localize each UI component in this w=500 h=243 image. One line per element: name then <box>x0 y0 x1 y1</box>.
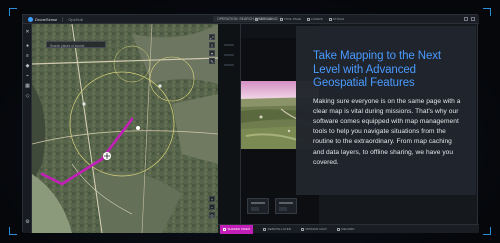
telemetry-widgets <box>247 198 297 214</box>
measure-icon[interactable]: ⌖ <box>209 50 215 56</box>
page-icon <box>280 17 284 21</box>
layer-icon <box>263 227 267 231</box>
attach-icon <box>328 17 332 21</box>
record-icon <box>336 227 340 231</box>
top-tool-label: SETTINGS <box>259 17 275 21</box>
panel-item[interactable] <box>224 54 234 56</box>
project-name[interactable]: OpsHub <box>68 17 83 22</box>
top-tools: SETTINGS TOOL PAGE LAYERS ATTACH <box>255 17 344 21</box>
top-bar: DroneSense OpsHub OPERATION: SEARCH & RE… <box>23 15 479 24</box>
bottom-tab-record[interactable]: RECORD <box>336 227 355 231</box>
map-tools: ⤢ ≡ ⌖ ✎ <box>209 34 215 64</box>
divider <box>62 16 64 22</box>
top-tool-label: TOOL PAGE <box>284 17 301 21</box>
frame-corner <box>483 8 491 16</box>
callout-body: Making sure everyone is on the same page… <box>313 97 461 166</box>
chat-icon <box>300 227 304 231</box>
minimize-icon[interactable] <box>464 17 468 21</box>
close-icon[interactable] <box>471 17 475 21</box>
layers-icon[interactable]: ≡ <box>25 54 30 59</box>
pin-icon[interactable]: ◆ <box>25 64 30 69</box>
satellite-map[interactable]: Search places or coords ⤢ ≡ ⌖ ✎ + − ◎ <box>32 24 218 233</box>
left-rail: ✕ ● ≡ ◆ ⌁ ▦ ◇ ⚙ <box>23 24 32 233</box>
layers-icon <box>306 17 310 21</box>
panel-item[interactable] <box>224 44 234 46</box>
zoom-controls: + − ◎ <box>209 196 215 218</box>
bottom-tab-label: SHARED VIDEO <box>227 227 251 231</box>
user-icon[interactable]: ● <box>25 44 30 49</box>
top-tool-label: LAYERS <box>310 17 323 21</box>
brand-logo-icon <box>28 16 33 22</box>
bottom-tab-label: REMOTE LAYER <box>267 227 291 231</box>
settings-icon[interactable]: ⚙ <box>25 220 30 225</box>
top-tool-layers[interactable]: LAYERS <box>306 17 323 21</box>
video-icon <box>223 227 226 231</box>
bottom-tab-shared-video[interactable]: SHARED VIDEO <box>220 224 254 234</box>
frame-corner <box>483 227 491 235</box>
bottom-bar: SHARED VIDEO REMOTE LAYER MISSION CHAT R… <box>218 224 479 234</box>
grid-icon[interactable]: ▦ <box>25 84 30 89</box>
close-icon[interactable]: ✕ <box>25 30 30 35</box>
bottom-tab-mission-chat[interactable]: MISSION CHAT <box>300 227 327 231</box>
stage: DroneSense OpsHub OPERATION: SEARCH & RE… <box>0 0 500 243</box>
layers-icon[interactable]: ≡ <box>209 42 215 48</box>
top-tool-attach[interactable]: ATTACH <box>328 17 345 21</box>
window-controls <box>464 17 475 21</box>
top-tool-label: ATTACH <box>332 17 345 21</box>
zoom-out-icon[interactable]: − <box>209 204 215 210</box>
brand-name: DroneSense <box>35 16 58 22</box>
brand: DroneSense OpsHub <box>28 16 83 22</box>
map-search-input[interactable]: Search places or coords <box>46 41 106 48</box>
panel-item[interactable] <box>224 64 234 66</box>
telemetry-widget[interactable] <box>247 198 269 214</box>
top-tool-settings[interactable]: SETTINGS <box>255 17 274 21</box>
bottom-tab-label: RECORD <box>341 227 355 231</box>
route-icon[interactable]: ⌁ <box>25 74 30 79</box>
top-tool-page[interactable]: TOOL PAGE <box>280 17 301 21</box>
zoom-in-icon[interactable]: + <box>209 196 215 202</box>
chat-icon[interactable]: ◇ <box>25 94 30 99</box>
expand-icon[interactable]: ⤢ <box>209 34 215 40</box>
frame-corner <box>9 227 17 235</box>
locate-icon[interactable]: ◎ <box>209 212 215 218</box>
side-panel <box>218 24 241 224</box>
bottom-tab-remote-layer[interactable]: REMOTE LAYER <box>263 227 291 231</box>
frame-corner <box>9 8 17 16</box>
feature-callout: Take Mapping to the Next Level with Adva… <box>296 26 476 195</box>
map-imagery <box>32 24 218 233</box>
settings-icon <box>255 17 258 21</box>
draw-icon[interactable]: ✎ <box>209 58 215 64</box>
telemetry-widget[interactable] <box>275 198 297 214</box>
callout-title: Take Mapping to the Next Level with Adva… <box>313 50 442 89</box>
bottom-tab-label: MISSION CHAT <box>305 227 327 231</box>
